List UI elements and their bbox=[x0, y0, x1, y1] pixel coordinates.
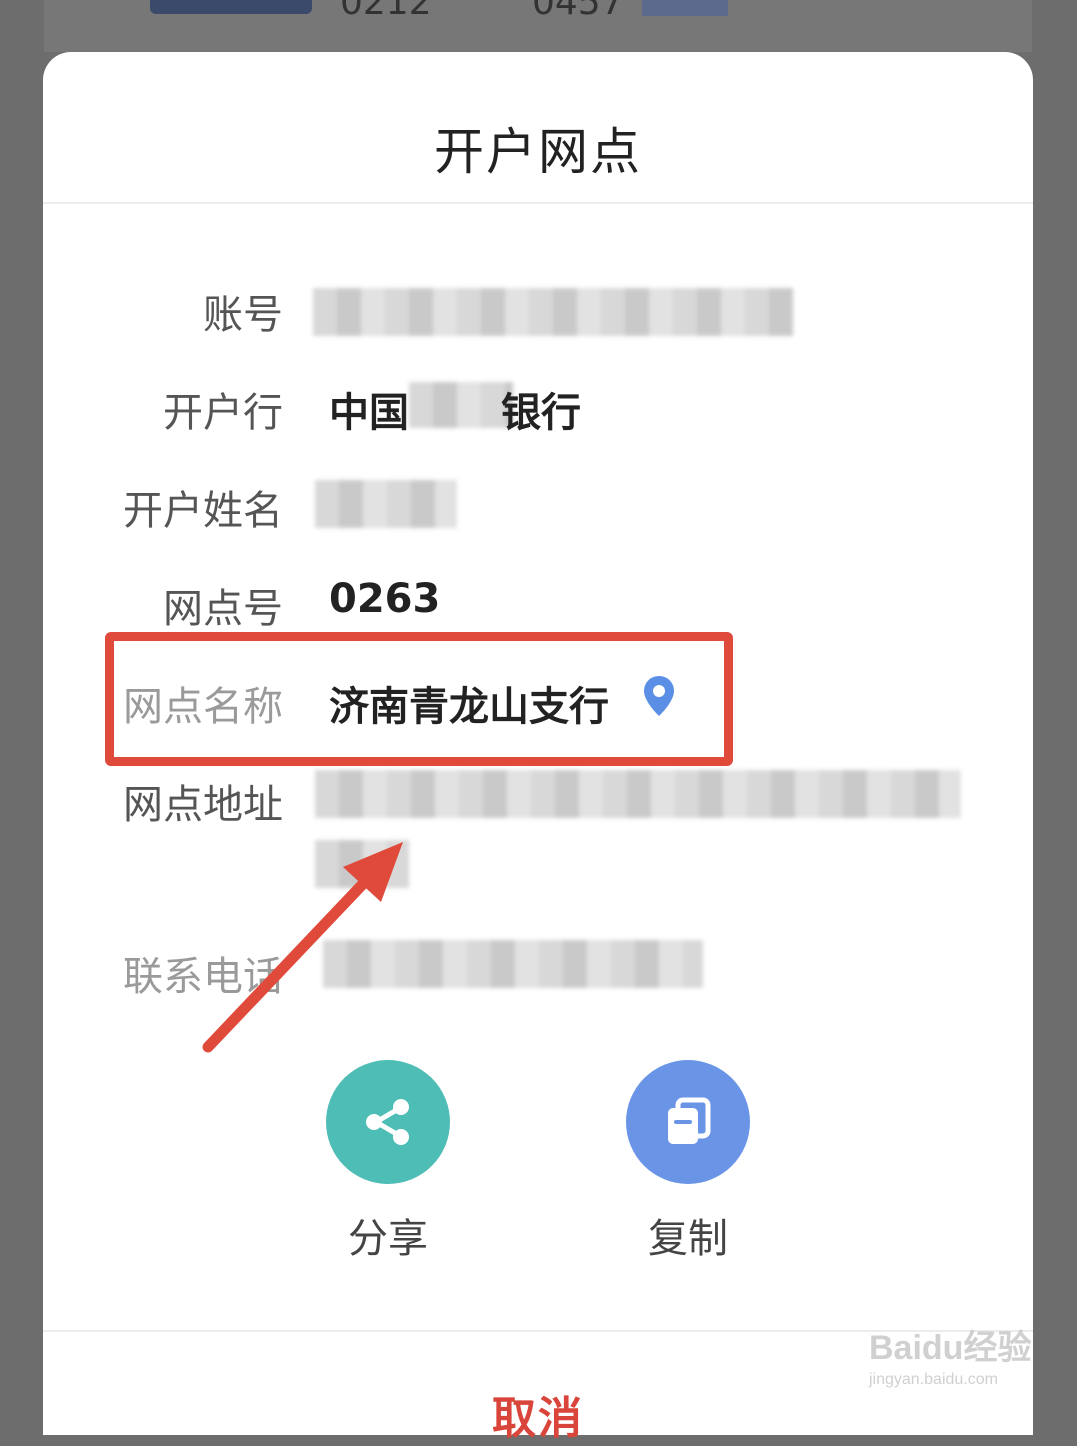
location-pin-icon[interactable] bbox=[641, 674, 677, 718]
watermark-main-text: Baidu经验 bbox=[869, 1329, 1032, 1367]
copy-label: 复制 bbox=[648, 1216, 728, 1262]
bank-value-redacted bbox=[409, 382, 513, 428]
phone-label: 联系电话 bbox=[123, 954, 283, 1000]
share-label: 分享 bbox=[348, 1216, 428, 1262]
bank-label: 开户行 bbox=[163, 390, 283, 436]
share-icon bbox=[366, 1099, 409, 1145]
account-number-value-redacted bbox=[313, 288, 793, 336]
card-badge bbox=[642, 0, 728, 16]
branch-name-label: 网点名称 bbox=[123, 684, 283, 730]
title-divider bbox=[43, 202, 1033, 204]
bank-card-thumbnail bbox=[150, 0, 312, 14]
branch-info-sheet: 开户网点 账号 开户行 中国 银行 开户姓名 网点号 0263 网点名称 济南青… bbox=[43, 52, 1033, 1444]
branch-number-value: 0263 bbox=[329, 576, 441, 622]
share-button[interactable] bbox=[326, 1060, 450, 1184]
copy-icon bbox=[668, 1097, 711, 1144]
baidu-watermark: Baidu经验 jingyan.baidu.com bbox=[869, 1320, 1059, 1400]
copy-button[interactable] bbox=[626, 1060, 750, 1184]
branch-address-value-redacted bbox=[315, 770, 961, 818]
branch-address-label: 网点地址 bbox=[123, 782, 283, 828]
account-number-label: 账号 bbox=[203, 292, 283, 338]
bank-value-left: 中国 bbox=[329, 390, 409, 436]
branch-address-value-redacted-line2 bbox=[315, 840, 409, 888]
phone-value-redacted bbox=[323, 940, 703, 988]
background-app-header: 0212 0457 bbox=[44, 0, 1032, 52]
sheet-title: 开户网点 bbox=[434, 123, 642, 181]
card-number-fragment-left: 0212 bbox=[340, 0, 432, 23]
card-number-fragment-right: 0457 bbox=[532, 0, 624, 23]
account-name-value-redacted bbox=[315, 480, 457, 528]
branch-number-label: 网点号 bbox=[163, 586, 283, 632]
watermark-sub-text: jingyan.baidu.com bbox=[869, 1371, 998, 1388]
bank-value-right: 银行 bbox=[501, 390, 581, 436]
share-action[interactable]: 分享 bbox=[308, 1060, 468, 1264]
copy-action[interactable]: 复制 bbox=[608, 1060, 768, 1264]
branch-name-value: 济南青龙山支行 bbox=[329, 684, 609, 730]
account-name-label: 开户姓名 bbox=[123, 488, 283, 534]
